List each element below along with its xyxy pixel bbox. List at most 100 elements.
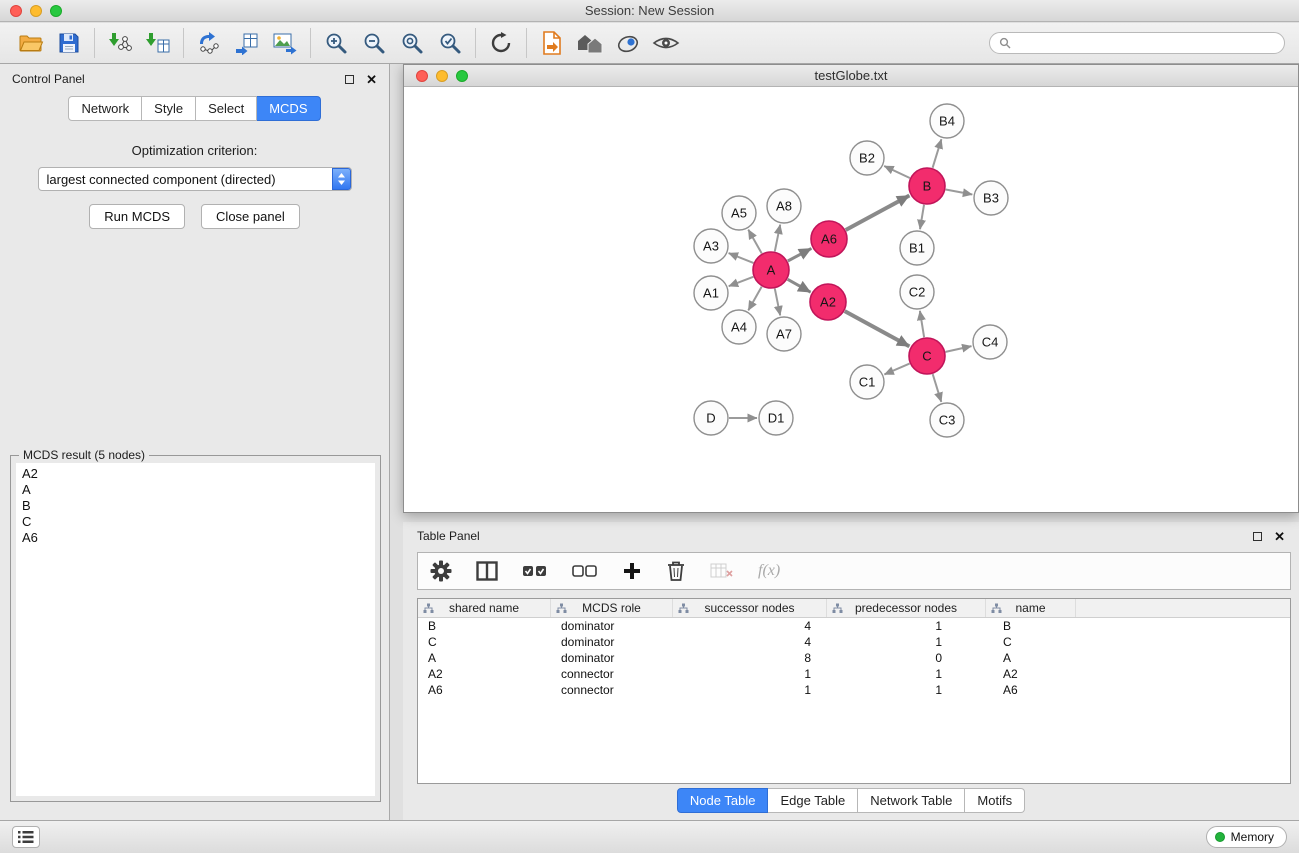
show-panels-button[interactable] xyxy=(12,826,40,848)
close-table-panel-icon[interactable]: ✕ xyxy=(1274,530,1285,543)
home-button[interactable] xyxy=(571,26,609,60)
graph-edge-C-C3[interactable] xyxy=(933,374,942,402)
graph-edge-C-C2[interactable] xyxy=(920,311,924,337)
mcds-result-list[interactable]: A2ABCA6 xyxy=(16,463,375,796)
tab-motifs[interactable]: Motifs xyxy=(965,788,1025,813)
table-row[interactable]: Adominator80A xyxy=(418,650,1290,666)
table-row[interactable]: Bdominator41B xyxy=(418,618,1290,634)
graph-edge-C-C1[interactable] xyxy=(884,364,909,375)
open-file-button[interactable] xyxy=(12,26,50,60)
graph-node-D1[interactable]: D1 xyxy=(759,401,793,435)
graph-node-C1[interactable]: C1 xyxy=(850,365,884,399)
result-item[interactable]: A2 xyxy=(22,466,369,482)
export-table-button[interactable] xyxy=(228,26,266,60)
graph-edge-B-B3[interactable] xyxy=(946,190,973,195)
graph-node-A4[interactable]: A4 xyxy=(722,310,756,344)
close-window-button[interactable] xyxy=(10,5,22,17)
minimize-window-button[interactable] xyxy=(30,5,42,17)
graph-edge-A-A7[interactable] xyxy=(775,289,780,316)
table-row[interactable]: Cdominator41C xyxy=(418,634,1290,650)
graph-node-D[interactable]: D xyxy=(694,401,728,435)
table-row[interactable]: A6connector11A6 xyxy=(418,682,1290,698)
graph-node-C[interactable]: C xyxy=(909,338,945,374)
select-all-button[interactable] xyxy=(522,562,548,580)
float-table-panel-icon[interactable] xyxy=(1253,532,1262,541)
graph-node-A7[interactable]: A7 xyxy=(767,317,801,351)
zoom-in-button[interactable] xyxy=(317,26,355,60)
eye-button[interactable] xyxy=(647,26,685,60)
graph-node-A8[interactable]: A8 xyxy=(767,189,801,223)
graph-node-C2[interactable]: C2 xyxy=(900,275,934,309)
graph-node-A5[interactable]: A5 xyxy=(722,196,756,230)
result-item[interactable]: A xyxy=(22,482,369,498)
column-header-name[interactable]: name xyxy=(986,599,1076,617)
tab-select[interactable]: Select xyxy=(196,96,257,121)
close-panel-button[interactable]: Close panel xyxy=(201,204,300,229)
search-box[interactable] xyxy=(989,32,1285,54)
network-window-titlebar[interactable]: testGlobe.txt xyxy=(404,65,1298,87)
zoom-selected-button[interactable] xyxy=(431,26,469,60)
graph-edge-B-B2[interactable] xyxy=(884,166,910,178)
result-item[interactable]: C xyxy=(22,514,369,530)
deselect-all-button[interactable] xyxy=(572,562,598,580)
table-row[interactable]: A2connector11A2 xyxy=(418,666,1290,682)
graph-node-B4[interactable]: B4 xyxy=(930,104,964,138)
save-button[interactable] xyxy=(50,26,88,60)
zoom-network-window-button[interactable] xyxy=(456,70,468,82)
graph-node-A3[interactable]: A3 xyxy=(694,229,728,263)
refresh-layout-button[interactable] xyxy=(482,26,520,60)
graph-edge-A-A2[interactable] xyxy=(788,279,811,292)
network-canvas[interactable]: B4B2BB3A5A8A6B1A3AC2A1A2A4A7C4CC1C3DD1 xyxy=(404,88,1298,512)
column-header-MCDS-role[interactable]: MCDS role xyxy=(551,599,673,617)
add-column-button[interactable] xyxy=(622,561,642,581)
graph-edge-C-C4[interactable] xyxy=(946,346,972,352)
close-panel-icon[interactable]: ✕ xyxy=(366,73,377,86)
style-brush-button[interactable] xyxy=(609,26,647,60)
graph-node-A[interactable]: A xyxy=(753,252,789,288)
zoom-window-button[interactable] xyxy=(50,5,62,17)
new-network-button[interactable] xyxy=(190,26,228,60)
show-columns-button[interactable] xyxy=(476,561,498,581)
graph-node-C3[interactable]: C3 xyxy=(930,403,964,437)
close-network-window-button[interactable] xyxy=(416,70,428,82)
graph-edge-B-B1[interactable] xyxy=(920,205,924,229)
export-image-button[interactable] xyxy=(266,26,304,60)
graph-node-A6[interactable]: A6 xyxy=(811,221,847,257)
remove-table-button[interactable] xyxy=(710,562,734,580)
run-mcds-button[interactable]: Run MCDS xyxy=(89,204,185,229)
column-header-successor-nodes[interactable]: successor nodes xyxy=(673,599,827,617)
graph-node-B2[interactable]: B2 xyxy=(850,141,884,175)
search-input[interactable] xyxy=(1016,36,1275,50)
column-header-shared-name[interactable]: shared name xyxy=(418,599,551,617)
network-file-button[interactable] xyxy=(533,26,571,60)
graph-node-B1[interactable]: B1 xyxy=(900,231,934,265)
graph-edge-A-A8[interactable] xyxy=(775,225,780,252)
graph-edge-A-A1[interactable] xyxy=(729,277,754,286)
graph-edge-A6-B[interactable] xyxy=(846,196,910,231)
network-graph[interactable]: B4B2BB3A5A8A6B1A3AC2A1A2A4A7C4CC1C3DD1 xyxy=(404,88,1298,513)
graph-node-C4[interactable]: C4 xyxy=(973,325,1007,359)
column-header-predecessor-nodes[interactable]: predecessor nodes xyxy=(827,599,986,617)
graph-edge-A-A4[interactable] xyxy=(748,287,761,311)
tab-network-table[interactable]: Network Table xyxy=(858,788,965,813)
tab-network[interactable]: Network xyxy=(68,96,142,121)
result-item[interactable]: A6 xyxy=(22,530,369,546)
graph-edge-A-A5[interactable] xyxy=(748,230,761,254)
zoom-out-button[interactable] xyxy=(355,26,393,60)
minimize-network-window-button[interactable] xyxy=(436,70,448,82)
graph-node-B[interactable]: B xyxy=(909,168,945,204)
table-settings-button[interactable] xyxy=(430,560,452,582)
zoom-fit-button[interactable] xyxy=(393,26,431,60)
result-item[interactable]: B xyxy=(22,498,369,514)
function-builder-button[interactable]: f(x) xyxy=(758,562,780,580)
import-table-button[interactable] xyxy=(139,26,177,60)
tab-style[interactable]: Style xyxy=(142,96,196,121)
graph-edge-A-A3[interactable] xyxy=(729,253,754,263)
graph-edge-A-A6[interactable] xyxy=(788,248,812,261)
graph-node-A1[interactable]: A1 xyxy=(694,276,728,310)
float-panel-icon[interactable] xyxy=(345,75,354,84)
graph-node-B3[interactable]: B3 xyxy=(974,181,1008,215)
memory-button[interactable]: Memory xyxy=(1206,826,1287,848)
graph-edge-B-B4[interactable] xyxy=(933,139,942,168)
graph-edge-A2-C[interactable] xyxy=(845,311,910,346)
